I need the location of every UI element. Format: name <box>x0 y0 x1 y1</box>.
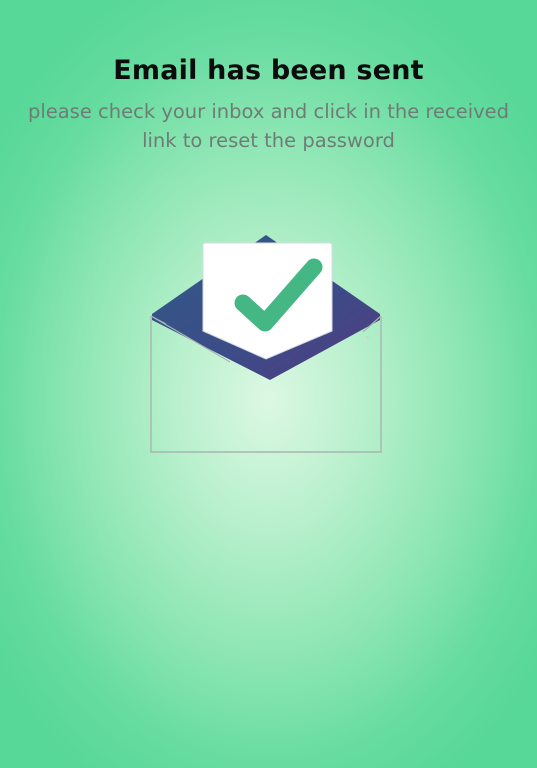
envelope-icon <box>150 235 382 453</box>
envelope-check-illustration <box>148 232 386 456</box>
confirmation-message: please check your inbox and click in the… <box>27 100 510 152</box>
email-sent-screen: Email has been sent please check your in… <box>0 0 537 768</box>
page-title: Email has been sent <box>113 55 424 86</box>
